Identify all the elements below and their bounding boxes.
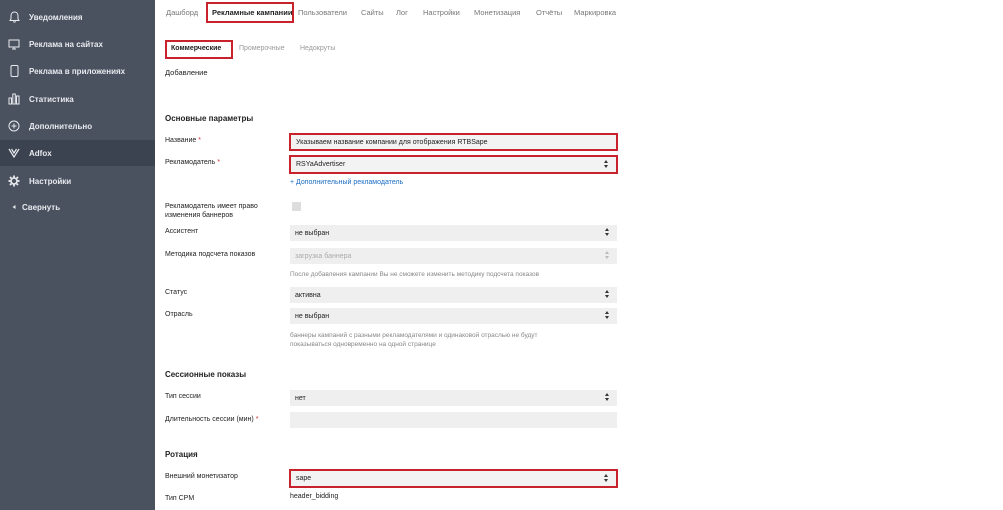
tab-marking[interactable]: Маркировка <box>574 8 616 17</box>
plus-circle-icon <box>8 120 20 132</box>
session-type-value: нет <box>295 394 306 402</box>
sidebar-item-label: Adfox <box>29 148 52 158</box>
monitor-icon <box>8 38 20 50</box>
section-session-title: Сессионные показы <box>165 370 247 379</box>
sidebar-item-label: Реклама на сайтах <box>29 39 103 49</box>
monetizer-label: Внешний монетизатор <box>165 473 238 480</box>
collapse-icon <box>8 201 20 213</box>
cpm-type-label: Тип CPM <box>165 495 195 502</box>
select-arrows-icon <box>605 228 610 238</box>
name-label: Название * <box>165 137 201 144</box>
session-type-label: Тип сессии <box>165 393 201 400</box>
sidebar-item-label: Свернуть <box>22 202 61 212</box>
sidebar-item-notifications[interactable]: Уведомления <box>0 4 155 30</box>
sidebar-item-app-ads[interactable]: Реклама в приложениях <box>0 58 155 84</box>
industry-hint: баннеры кампаний с разными рекламодателя… <box>290 332 538 348</box>
method-hint: После добавления кампании Вы не сможете … <box>290 271 540 278</box>
select-arrows-icon <box>605 311 610 321</box>
assistant-value: не выбран <box>295 229 330 237</box>
campaign-name-value: Указываем название компании для отображе… <box>296 138 488 146</box>
sidebar: Уведомления Реклама на сайтах Реклама в … <box>0 0 155 510</box>
campaign-name-input[interactable]: Указываем название компании для отображе… <box>289 133 618 151</box>
select-arrows-icon <box>605 290 610 300</box>
section-basic-title: Основные параметры <box>165 114 254 123</box>
tab-monetization[interactable]: Монетизация <box>474 8 520 17</box>
sidebar-item-label: Дополнительно <box>29 121 93 131</box>
session-duration-label: Длительность сессии (мин) * <box>165 416 259 423</box>
section-rotation-title: Ротация <box>165 450 198 459</box>
sidebar-item-site-ads[interactable]: Реклама на сайтах <box>0 31 155 57</box>
status-value: активна <box>295 291 321 299</box>
tab-settings[interactable]: Настройки <box>423 8 460 17</box>
sidebar-item-label: Статистика <box>29 94 74 104</box>
can-change-banners-checkbox[interactable] <box>292 202 301 211</box>
industry-value: не выбран <box>295 312 330 320</box>
select-arrows-icon <box>604 160 609 170</box>
assistant-select[interactable]: не выбран <box>290 225 617 241</box>
tab-log[interactable]: Лог <box>396 8 408 17</box>
industry-label: Отрасль <box>165 311 193 318</box>
sidebar-item-adfox[interactable]: Adfox <box>0 140 155 166</box>
sidebar-item-label: Уведомления <box>29 12 83 22</box>
status-select[interactable]: активна <box>290 287 617 303</box>
method-value: загрузка баннера <box>295 252 352 260</box>
can-change-banners-label: Рекламодатель имеет право изменения банне… <box>165 203 258 219</box>
phone-icon <box>8 65 20 77</box>
sidebar-collapse-button[interactable]: Свернуть <box>0 194 155 220</box>
bell-icon <box>8 11 20 23</box>
subtab-underdelivery[interactable]: Недокруты <box>300 45 335 52</box>
sidebar-item-settings[interactable]: Настройки <box>0 168 155 194</box>
session-type-select[interactable]: нет <box>290 390 617 406</box>
gear-icon <box>8 175 20 187</box>
page-title: Добавление <box>165 68 208 77</box>
tab-users[interactable]: Пользователи <box>298 8 347 17</box>
tab-dashboard[interactable]: Дашборд <box>166 8 198 17</box>
select-arrows-icon <box>605 393 610 403</box>
tab-sites[interactable]: Сайты <box>361 8 384 17</box>
sidebar-item-extra[interactable]: Дополнительно <box>0 113 155 139</box>
add-advertiser-link[interactable]: + Дополнительный рекламодатель <box>290 179 403 186</box>
sidebar-item-label: Настройки <box>29 176 72 186</box>
status-label: Статус <box>165 289 188 296</box>
assistant-label: Ассистент <box>165 228 199 235</box>
highlight-commercial-tab <box>165 40 233 59</box>
adfox-icon <box>8 147 20 159</box>
method-select[interactable]: загрузка баннера <box>290 248 617 264</box>
industry-select[interactable]: не выбран <box>290 308 617 324</box>
monetizer-value: sape <box>296 475 312 482</box>
select-arrows-icon <box>604 474 609 484</box>
cpm-type-value: header_bidding <box>290 493 339 500</box>
select-arrows-icon <box>605 251 610 261</box>
session-duration-input[interactable] <box>290 412 617 428</box>
advertiser-value: RSYaAdvertiser <box>296 161 346 168</box>
advertiser-label: Рекламодатель * <box>165 159 220 166</box>
advertiser-select[interactable]: RSYaAdvertiser <box>289 155 618 174</box>
method-label: Методика подсчета показов <box>165 251 256 258</box>
tab-reports[interactable]: Отчёты <box>536 8 562 17</box>
sidebar-item-label: Реклама в приложениях <box>29 66 126 76</box>
highlight-campaigns-tab <box>206 2 294 23</box>
sidebar-item-statistics[interactable]: Статистика <box>0 86 155 112</box>
subtab-promo[interactable]: Промерочные <box>239 45 285 52</box>
monetizer-select[interactable]: sape <box>289 469 618 488</box>
chart-icon <box>8 93 20 105</box>
